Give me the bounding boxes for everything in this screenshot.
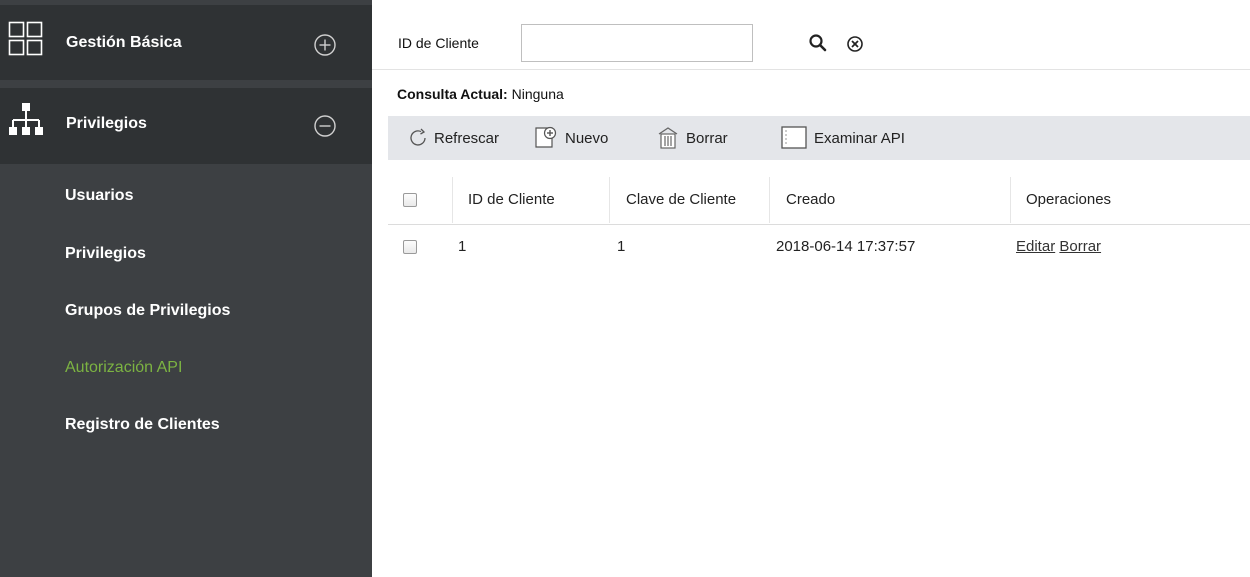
org-chart-icon <box>8 102 44 138</box>
sidebar-item-usuarios[interactable]: Usuarios <box>65 187 133 205</box>
menu-group-gestion-basica[interactable]: Gestión Básica <box>0 5 372 80</box>
toolbar: Refrescar Nuevo Borrar Examinar API <box>388 116 1250 160</box>
browse-api-label: Examinar API <box>814 129 905 147</box>
refresh-button[interactable]: Refrescar <box>408 116 499 160</box>
cell-operations: Editar Borrar <box>1016 226 1101 268</box>
refresh-icon <box>410 128 426 146</box>
column-header-operations: Operaciones <box>1026 191 1112 208</box>
sidebar-item-registro-de-clientes[interactable]: Registro de Clientes <box>65 416 220 434</box>
menu-group-privilegios[interactable]: Privilegios <box>0 88 372 164</box>
menu-group-label: Privilegios <box>66 115 147 132</box>
column-header-created[interactable]: Creado <box>786 175 835 225</box>
sidebar-item-autorizacion-api[interactable]: Autorización API <box>65 359 182 377</box>
column-separator <box>609 177 610 223</box>
column-separator <box>769 177 770 223</box>
edit-link[interactable]: Editar <box>1016 238 1055 255</box>
delete-button[interactable]: Borrar <box>656 116 728 160</box>
new-label: Nuevo <box>565 129 609 147</box>
browse-api-button[interactable]: Examinar API <box>780 116 905 160</box>
browse-window-icon <box>781 126 807 149</box>
table-row[interactable]: 1 1 2018-06-14 17:37:57 Editar Borrar <box>388 226 1250 268</box>
column-separator <box>1010 177 1011 223</box>
cell-client-id: 1 <box>458 238 467 255</box>
search-label: ID de Cliente <box>398 35 479 51</box>
delete-label: Borrar <box>686 129 728 147</box>
expand-plus-icon[interactable] <box>313 33 337 57</box>
column-header-client-key[interactable]: Clave de Cliente <box>626 175 736 225</box>
query-value: Ninguna <box>511 86 564 102</box>
grid-icon <box>8 21 44 57</box>
column-header-client-id[interactable]: ID de Cliente <box>468 175 555 225</box>
new-document-icon <box>535 126 557 148</box>
column-separator <box>452 177 453 223</box>
row-checkbox[interactable] <box>403 240 417 254</box>
select-all-checkbox[interactable] <box>403 193 417 207</box>
table-header: ID de Cliente Clave de Cliente Creado Op… <box>388 175 1250 225</box>
delete-link[interactable]: Borrar <box>1059 238 1101 255</box>
trash-icon <box>658 127 678 149</box>
divider <box>372 69 1250 70</box>
current-query: Consulta Actual: Ninguna <box>397 86 564 102</box>
search-input[interactable] <box>521 24 753 62</box>
cell-created: 2018-06-14 17:37:57 <box>776 238 916 255</box>
query-label: Consulta Actual: <box>397 86 508 102</box>
main-content: ID de Cliente Consulta Actual: Ninguna R… <box>372 0 1250 577</box>
cell-client-key: 1 <box>617 238 626 255</box>
search-bar: ID de Cliente <box>372 0 1250 70</box>
menu-group-label: Gestión Básica <box>66 34 182 51</box>
sidebar: Gestión Básica Privilegios Usuarios Priv… <box>0 0 372 577</box>
collapse-minus-icon[interactable] <box>313 114 337 138</box>
sidebar-item-grupos-de-privilegios[interactable]: Grupos de Privilegios <box>65 302 230 320</box>
new-button[interactable]: Nuevo <box>533 116 608 160</box>
clear-circle-icon[interactable] <box>846 35 864 53</box>
sidebar-item-privilegios[interactable]: Privilegios <box>65 245 146 263</box>
search-icon[interactable] <box>808 33 828 53</box>
refresh-label: Refrescar <box>434 129 500 147</box>
